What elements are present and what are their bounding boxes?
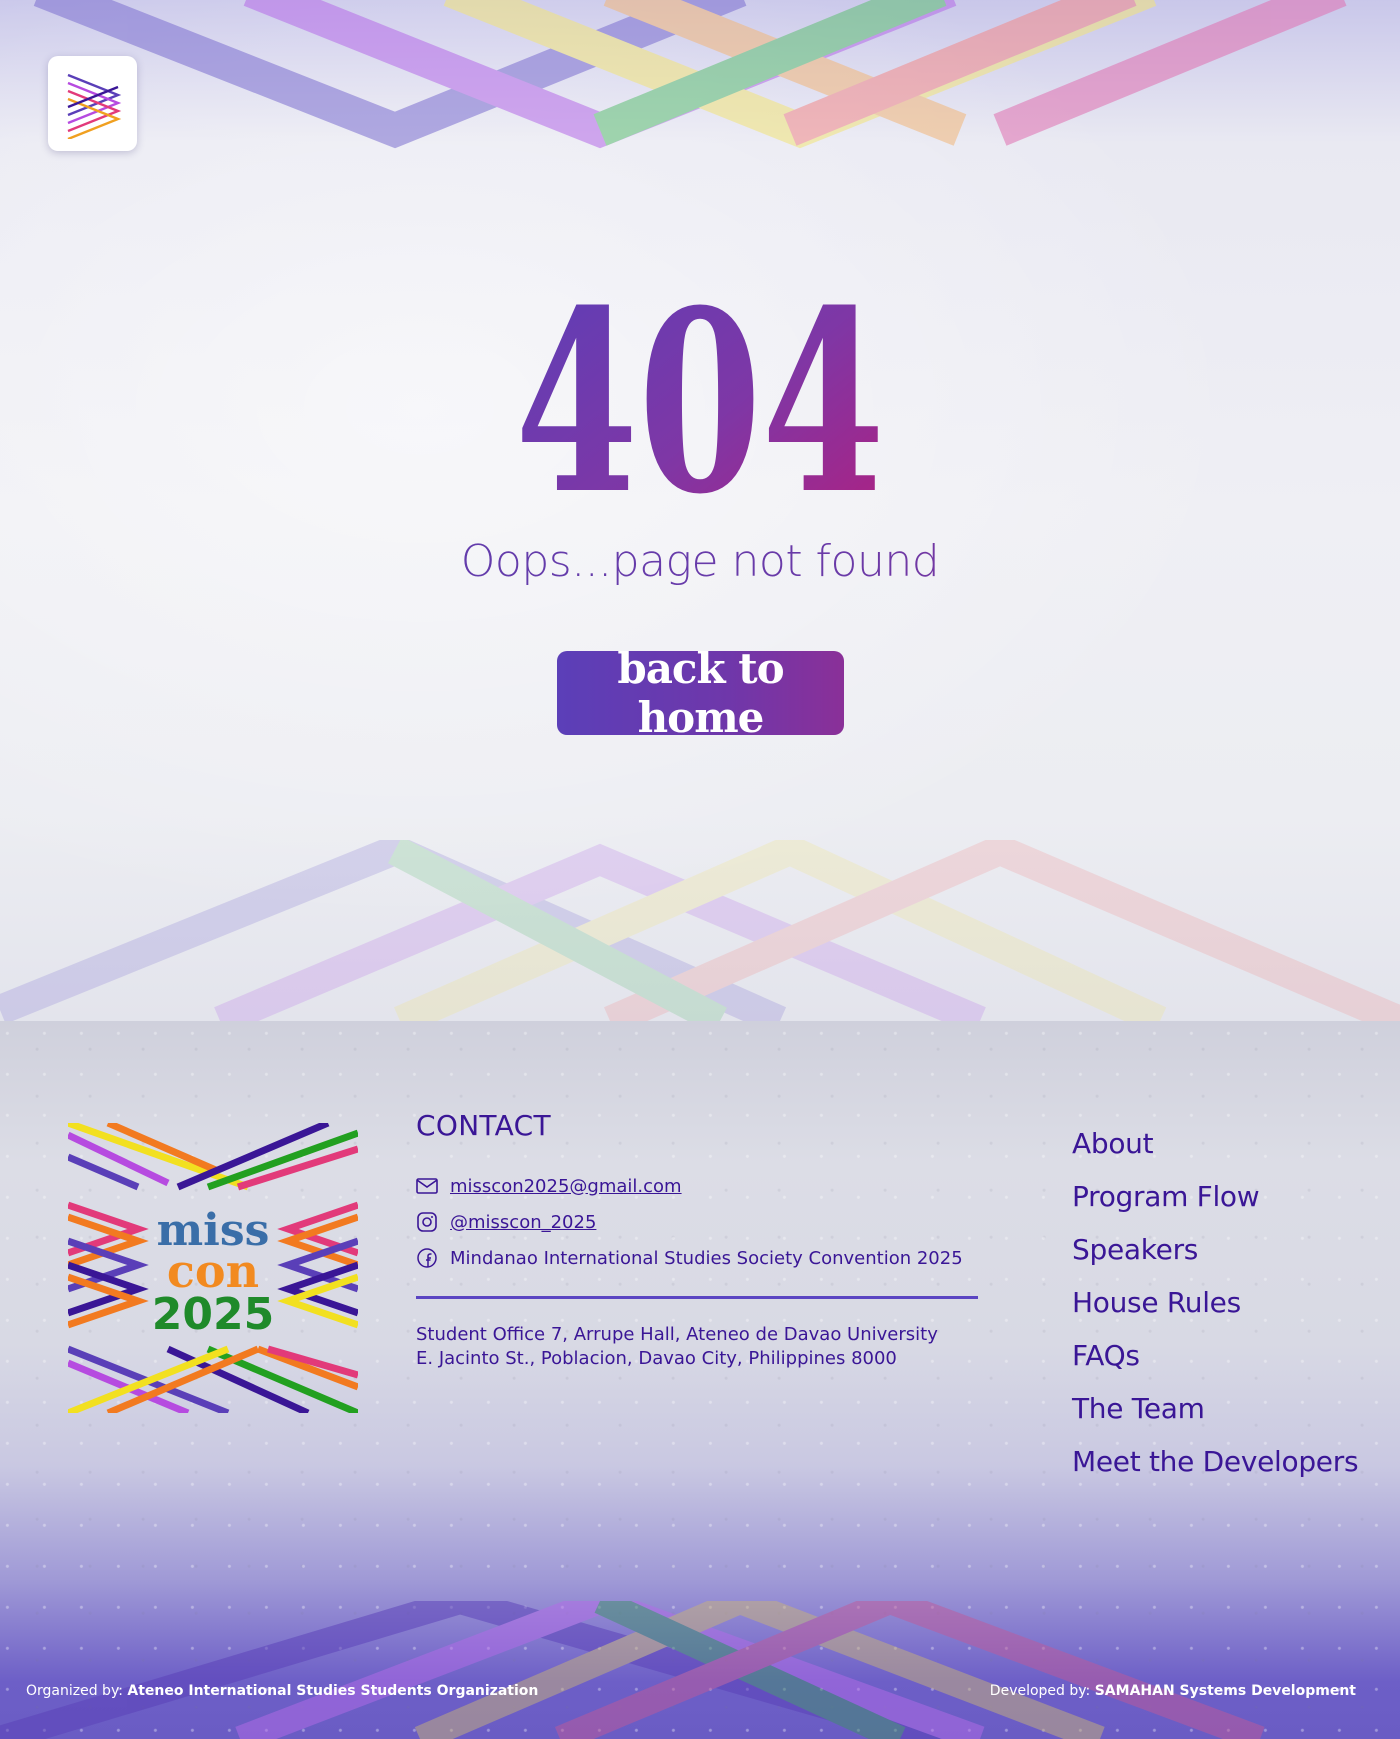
organized-by-credit: Organized by: Ateneo International Studi… [26,1683,538,1699]
developed-by-name: SAMAHAN Systems Development [1094,1683,1356,1699]
facebook-icon [416,1247,438,1269]
misscon-logo: miss con 2025 [68,1123,358,1413]
decorative-stripes-footer [0,1601,1265,1739]
logo-text-year: 2025 [152,1289,274,1340]
not-found-section: 404 Oops...page not found back to home [0,0,1400,1021]
error-message: Oops...page not found [0,536,1400,587]
app-logo[interactable] [48,56,137,151]
error-code-graphic: 404 [515,262,885,512]
nav-speakers[interactable]: Speakers [1072,1223,1358,1276]
error-code: 404 [0,262,1400,516]
instagram-icon [416,1211,438,1233]
address-line-1: Student Office 7, Arrupe Hall, Ateneo de… [416,1324,938,1345]
contact-divider [416,1296,978,1299]
contact-facebook-row: Mindanao International Studies Society C… [416,1245,963,1271]
decorative-stripes-top [33,0,1347,149]
nav-the-team[interactable]: The Team [1072,1382,1358,1435]
organized-by-prefix: Organized by: [26,1683,123,1699]
instagram-link[interactable]: @misscon_2025 [450,1212,596,1233]
nav-program-flow[interactable]: Program Flow [1072,1170,1358,1223]
error-code-text: 404 [515,262,885,512]
organized-by-name: Ateneo International Studies Students Or… [127,1683,539,1699]
developed-by-credit: Developed by: SAMAHAN Systems Developmen… [990,1683,1356,1699]
email-link[interactable]: misscon2025@gmail.com [450,1176,682,1197]
address: Student Office 7, Arrupe Hall, Ateneo de… [416,1323,938,1371]
contact-email-row: misscon2025@gmail.com [416,1173,682,1199]
stripes-logo-icon [67,73,121,139]
nav-house-rules[interactable]: House Rules [1072,1276,1358,1329]
mail-icon [416,1175,438,1197]
site-footer: miss con 2025 CONTACT misscon2025@gmail.… [0,1021,1400,1739]
developed-by-prefix: Developed by: [989,1683,1091,1699]
contact-instagram-row: @misscon_2025 [416,1209,596,1235]
nav-about[interactable]: About [1072,1117,1358,1170]
facebook-page-name[interactable]: Mindanao International Studies Society C… [450,1248,963,1269]
address-line-2: E. Jacinto St., Poblacion, Davao City, P… [416,1348,897,1369]
nav-meet-the-developers[interactable]: Meet the Developers [1072,1435,1359,1488]
footer-nav: About Program Flow Speakers House Rules … [1072,1117,1359,1488]
nav-faqs[interactable]: FAQs [1072,1329,1358,1382]
back-to-home-button[interactable]: back to home [557,644,844,742]
contact-heading: CONTACT [416,1109,551,1142]
decorative-stripes-bottom [0,840,1400,1021]
